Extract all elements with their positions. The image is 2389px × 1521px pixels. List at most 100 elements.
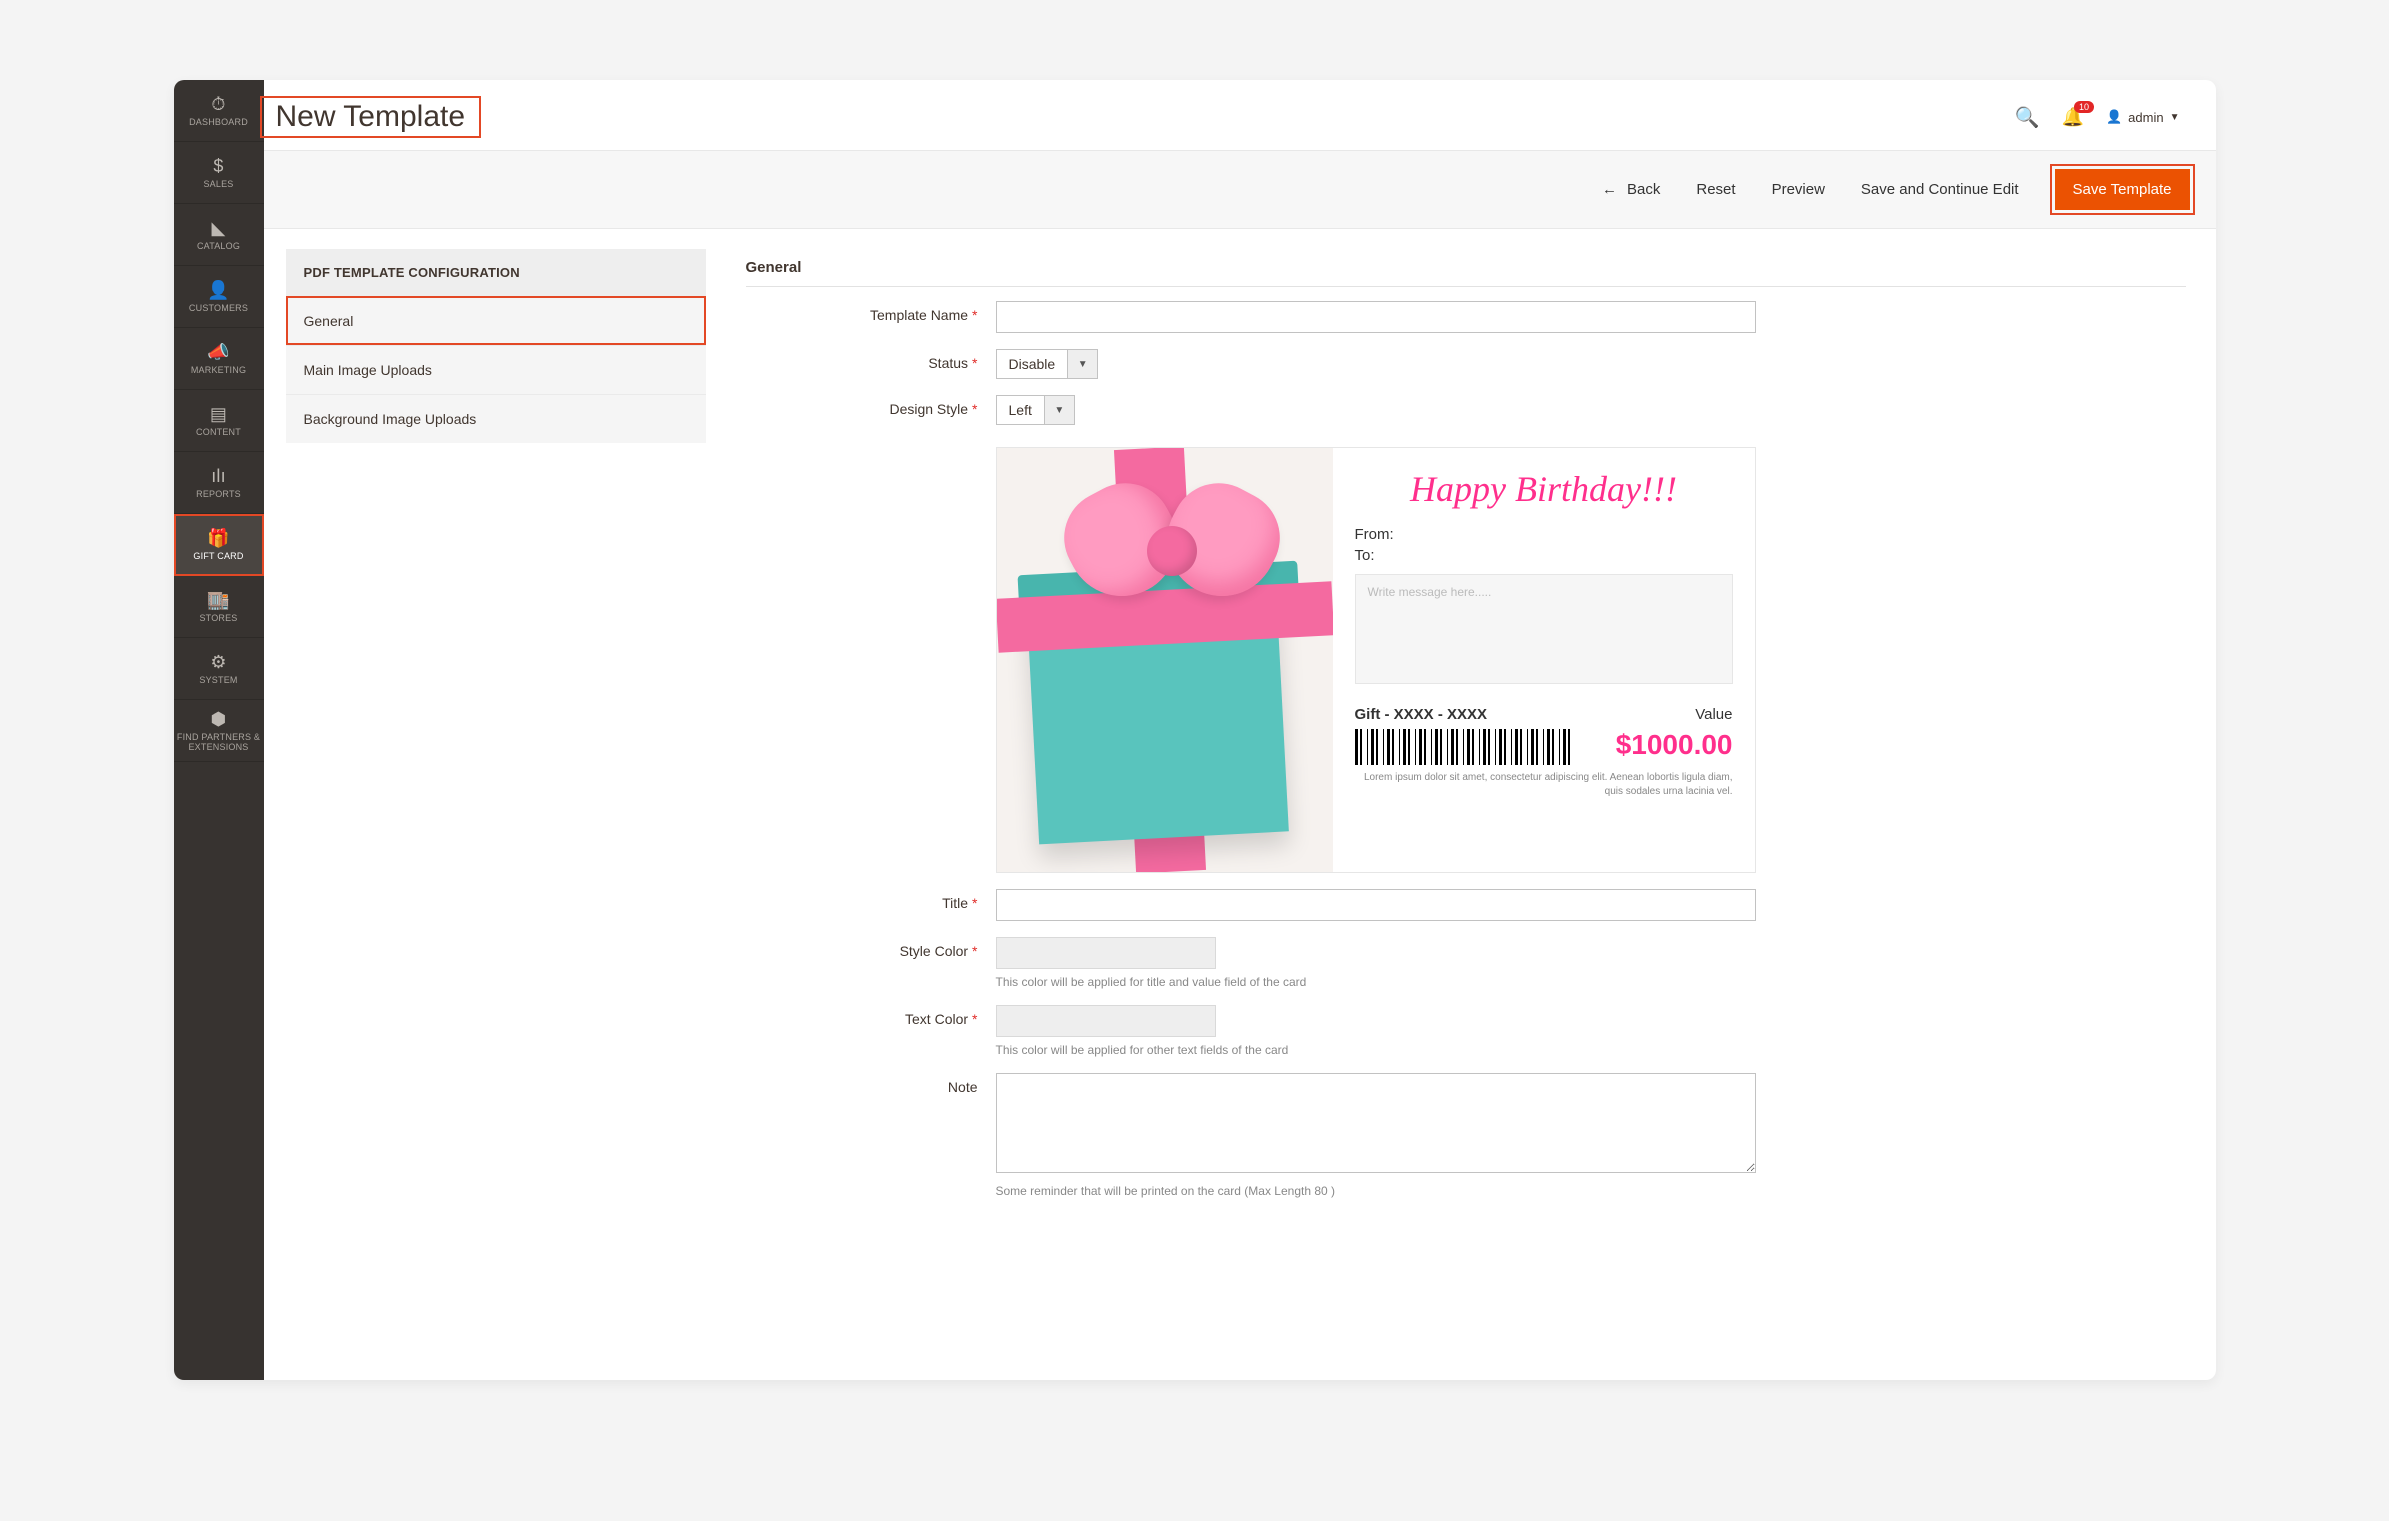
field-label: Design Style: [889, 401, 968, 417]
section-title: General: [746, 259, 2186, 287]
field-preview: Happy Birthday!!! From: To: Write messag…: [746, 441, 2186, 873]
sidebar-item-label: REPORTS: [196, 489, 241, 499]
sidebar-item-label: CUSTOMERS: [189, 303, 248, 313]
save-template-button[interactable]: Save Template: [2055, 169, 2190, 210]
sidebar-item-label: CONTENT: [196, 427, 241, 437]
notif-count: 10: [2074, 101, 2094, 113]
dollar-icon: $: [213, 157, 223, 175]
preview-value-label: Value: [1695, 706, 1732, 723]
bars-icon: ılı: [211, 467, 226, 485]
sidebar-item-label: MARKETING: [191, 365, 246, 375]
preview-image: [997, 448, 1333, 872]
title-input[interactable]: [996, 889, 1756, 921]
field-style-color: Style Color* This color will be applied …: [746, 937, 2186, 989]
barcode-icon: [1355, 729, 1575, 765]
field-label: Style Color: [900, 943, 968, 959]
form-panel: General Template Name* Status* Disable ▼: [746, 249, 2186, 1350]
user-icon: 👤: [2106, 109, 2122, 125]
field-label: Note: [948, 1079, 978, 1095]
config-tab-general[interactable]: General: [286, 296, 706, 345]
field-hint: This color will be applied for other tex…: [996, 1043, 1289, 1057]
required-marker: *: [972, 355, 977, 371]
title-bar: New Template 🔍 🔔 10 👤 admin ▼: [264, 80, 2216, 150]
app-window: ⏱DASHBOARD $SALES ◣ CATALOG 👤 CUSTOMERS 📣 M…: [174, 80, 2216, 1380]
note-textarea[interactable]: [996, 1073, 1756, 1173]
gear-icon: ⚙: [210, 653, 226, 671]
sidebar-item-label: STORES: [199, 613, 237, 623]
store-icon: 🏬: [207, 591, 230, 609]
chevron-down-icon: ▼: [2170, 112, 2180, 123]
sidebar-item-label: CATALOG: [197, 241, 240, 251]
preview-fineprint: Lorem ipsum dolor sit amet, consectetur …: [1355, 771, 1733, 799]
main-area: New Template 🔍 🔔 10 👤 admin ▼ Back Reset…: [264, 80, 2216, 1380]
chevron-down-icon: ▼: [1044, 396, 1074, 424]
preview-from-label: From:: [1355, 526, 1733, 543]
sidebar-item-system[interactable]: ⚙ SYSTEM: [174, 638, 264, 700]
sidebar-item-label: DASHBOARD: [189, 117, 248, 127]
preview-to-label: To:: [1355, 547, 1733, 564]
notifications-button[interactable]: 🔔 10: [2062, 107, 2084, 128]
status-select[interactable]: Disable ▼: [996, 349, 1099, 379]
admin-username: admin: [2128, 110, 2163, 125]
preview-message-area: Write message here.....: [1355, 574, 1733, 684]
sidebar-item-label: SYSTEM: [199, 675, 237, 685]
select-value: Disable: [997, 350, 1068, 378]
puzzle-icon: ⬢: [211, 710, 227, 728]
save-continue-button[interactable]: Save and Continue Edit: [1861, 181, 2019, 198]
sidebar-item-dashboard[interactable]: ⏱DASHBOARD: [174, 80, 264, 142]
admin-account-dropdown[interactable]: 👤 admin ▼: [2106, 109, 2180, 125]
template-name-input[interactable]: [996, 301, 1756, 333]
admin-sidebar: ⏱DASHBOARD $SALES ◣ CATALOG 👤 CUSTOMERS 📣 M…: [174, 80, 264, 1380]
preview-headline: Happy Birthday!!!: [1355, 468, 1733, 510]
select-value: Left: [997, 396, 1044, 424]
field-hint: Some reminder that will be printed on th…: [996, 1184, 1756, 1198]
sidebar-item-catalog[interactable]: ◣ CATALOG: [174, 204, 264, 266]
design-style-select[interactable]: Left ▼: [996, 395, 1075, 425]
required-marker: *: [972, 1011, 977, 1027]
sidebar-item-partners[interactable]: ⬢ FIND PARTNERS & EXTENSIONS: [174, 700, 264, 762]
config-tab-main-image[interactable]: Main Image Uploads: [286, 345, 706, 394]
sidebar-item-marketing[interactable]: 📣 MARKETING: [174, 328, 264, 390]
required-marker: *: [972, 895, 977, 911]
preview-button[interactable]: Preview: [1772, 181, 1825, 198]
config-tab-background-image[interactable]: Background Image Uploads: [286, 394, 706, 443]
field-hint: This color will be applied for title and…: [996, 975, 1307, 989]
gift-icon: 🎁: [207, 529, 230, 547]
config-panel-title: PDF TEMPLATE CONFIGURATION: [286, 249, 706, 296]
sidebar-item-customers[interactable]: 👤 CUSTOMERS: [174, 266, 264, 328]
field-title: Title*: [746, 889, 2186, 921]
text-color-input[interactable]: [996, 1005, 1216, 1037]
field-label: Title: [942, 895, 968, 911]
required-marker: *: [972, 943, 977, 959]
field-note: Note Some reminder that will be printed …: [746, 1073, 2186, 1198]
field-label: Status: [928, 355, 968, 371]
preview-side: Happy Birthday!!! From: To: Write messag…: [1333, 448, 1755, 872]
field-template-name: Template Name*: [746, 301, 2186, 333]
chevron-down-icon: ▼: [1067, 350, 1097, 378]
reset-button[interactable]: Reset: [1696, 181, 1735, 198]
megaphone-icon: 📣: [207, 343, 230, 361]
field-design-style: Design Style* Left ▼: [746, 395, 2186, 425]
content: PDF TEMPLATE CONFIGURATION General Main …: [264, 229, 2216, 1380]
sidebar-item-sales[interactable]: $SALES: [174, 142, 264, 204]
pages-icon: ▤: [210, 405, 227, 423]
preview-gift-code: Gift - XXXX - XXXX: [1355, 706, 1488, 723]
action-toolbar: Back Reset Preview Save and Continue Edi…: [264, 150, 2216, 229]
sidebar-item-stores[interactable]: 🏬 STORES: [174, 576, 264, 638]
giftcard-preview: Happy Birthday!!! From: To: Write messag…: [996, 447, 1756, 873]
config-panel: PDF TEMPLATE CONFIGURATION General Main …: [286, 249, 706, 1350]
style-color-input[interactable]: [996, 937, 1216, 969]
tag-icon: ◣: [211, 219, 225, 237]
sidebar-item-content[interactable]: ▤ CONTENT: [174, 390, 264, 452]
sidebar-item-reports[interactable]: ılı REPORTS: [174, 452, 264, 514]
page-title: New Template: [262, 98, 480, 136]
sidebar-item-gift-card[interactable]: 🎁 GIFT CARD: [174, 514, 264, 576]
person-icon: 👤: [207, 281, 230, 299]
sidebar-item-label: GIFT CARD: [193, 551, 243, 561]
preview-amount: $1000.00: [1616, 729, 1733, 761]
required-marker: *: [972, 307, 977, 323]
sidebar-item-label: FIND PARTNERS & EXTENSIONS: [176, 732, 262, 752]
search-icon[interactable]: 🔍: [2015, 105, 2040, 130]
back-button[interactable]: Back: [1602, 181, 1660, 198]
field-label: Text Color: [905, 1011, 968, 1027]
